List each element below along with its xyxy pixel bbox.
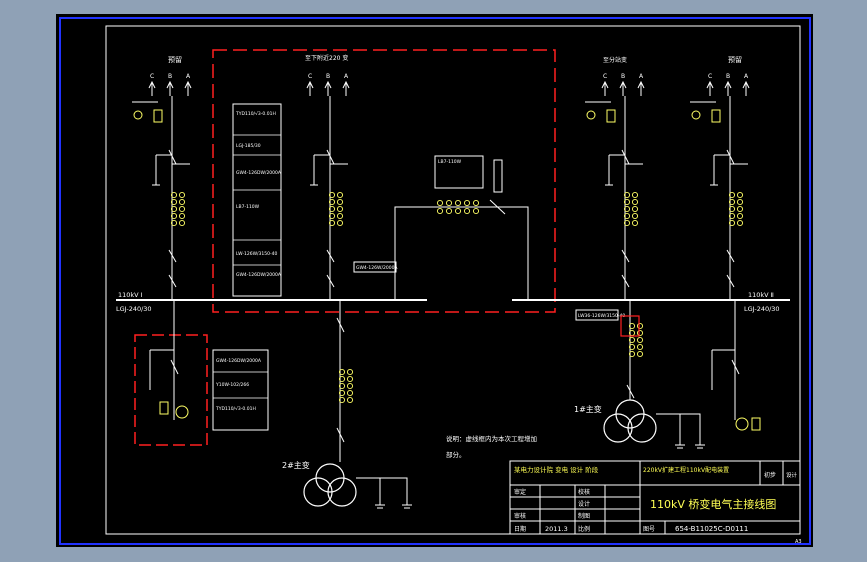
sheet-size: A3 bbox=[795, 539, 802, 545]
label-spare-left: 预留 bbox=[168, 55, 182, 64]
table-label-gw4: GW4-126DW/2000A bbox=[236, 170, 282, 176]
tb-drawing-no-label: 图号 bbox=[643, 526, 655, 533]
note-line-2: 部分。 bbox=[446, 450, 466, 459]
pt-label-pt: TYD110/√3-0.01H bbox=[215, 406, 256, 412]
tb-design-1: 设计 bbox=[786, 471, 798, 479]
tb-scale: 比例 bbox=[578, 525, 590, 533]
bay-to-sub-phase-c: C bbox=[603, 73, 607, 80]
bus-left-cable: LGJ-240/30 bbox=[116, 305, 152, 313]
t1-breaker-label: LW36-126W/3150-40 bbox=[578, 313, 625, 319]
pt-label-gw4: GW4-126DW/2000A bbox=[216, 358, 262, 364]
table-label-pt: TYD110/√3-0.01H bbox=[235, 111, 276, 117]
bay-spare-right-phase-c: C bbox=[708, 73, 712, 80]
bay-to-220-phase-b: B bbox=[326, 73, 330, 80]
transformer-2-label: 2#主变 bbox=[282, 460, 310, 470]
tb-stage: 初步 bbox=[764, 471, 776, 479]
table-label-lgj: LGJ-185/30 bbox=[236, 143, 261, 149]
tb-check: 校核 bbox=[578, 488, 590, 496]
note-line-1: 说明：虚线框内为本次工程增加 bbox=[446, 434, 537, 443]
tb-review: 审核 bbox=[514, 512, 526, 520]
bay-spare-right-phase-b: B bbox=[726, 73, 730, 80]
tb-date: 2011.3 bbox=[545, 525, 568, 533]
drawing-viewer[interactable]: CBACBACBACBA TYD110/√3-0.01H LGJ-185/30 … bbox=[0, 0, 867, 562]
tb-approve: 审定 bbox=[514, 488, 526, 496]
tb-project: 220kV扩建工程110kV配电装置 bbox=[643, 466, 729, 474]
tb-title: 110kV 桥变电气主接线图 bbox=[650, 497, 776, 511]
bus-right-name: 110kV Ⅱ bbox=[748, 291, 774, 299]
label-to-sub: 至分站变 bbox=[603, 56, 627, 64]
tb-draw: 制图 bbox=[578, 512, 590, 520]
label-spare-right: 预留 bbox=[728, 55, 742, 64]
bus-tie-breaker-label: GW4-126W/2000A bbox=[356, 265, 398, 271]
bay-to-220-phase-c: C bbox=[308, 73, 312, 80]
bay-to-sub-phase-b: B bbox=[621, 73, 625, 80]
tb-design: 设计 bbox=[578, 500, 590, 508]
bus-left-name: 110kV Ⅰ bbox=[118, 291, 143, 299]
tb-drawing-no: 654-B11025C-D0111 bbox=[675, 525, 748, 533]
label-to-220: 至下附近220 变 bbox=[305, 54, 348, 62]
tb-company: 某电力设计院 变电 设计 阶段 bbox=[514, 465, 599, 474]
bus-right-cable: LGJ-240/30 bbox=[744, 305, 780, 313]
table-label-ct: LB7-110W bbox=[236, 204, 260, 210]
table-label-breaker: LW-126W/3150-40 bbox=[236, 251, 277, 257]
transformer-1-label: 1#主变 bbox=[574, 404, 602, 414]
bus-tie-device-label: LB7-110W bbox=[438, 159, 462, 165]
bay-spare-left-phase-b: B bbox=[168, 73, 172, 80]
tb-date-label: 日期 bbox=[514, 525, 526, 533]
bay-spare-left-phase-c: C bbox=[150, 73, 154, 80]
pt-label-arrester: Y10W-102/266 bbox=[215, 382, 249, 388]
table-label-gw4b: GW4-126DW/2000A bbox=[236, 272, 282, 278]
